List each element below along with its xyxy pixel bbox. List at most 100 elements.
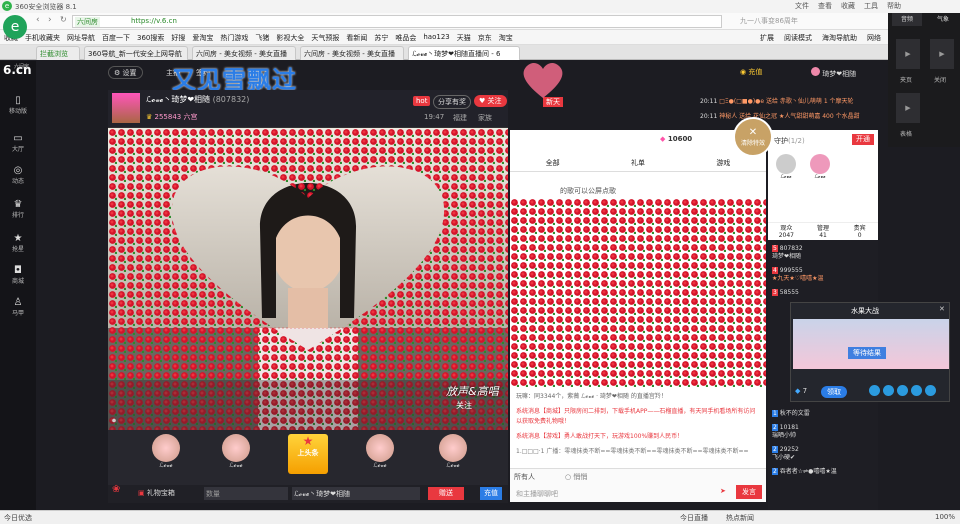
bookmark-item[interactable]: 天猫 — [457, 33, 471, 43]
gift-count-input[interactable]: 数量 — [204, 487, 288, 500]
bet-chip-icon[interactable] — [911, 385, 922, 396]
mini-tab-weather[interactable]: 气象 — [928, 13, 958, 26]
chat-target-select[interactable]: 所有人 — [514, 472, 535, 482]
claim-button[interactable]: 领取 — [821, 386, 847, 398]
stat-viewers[interactable]: 观众 2047 — [768, 223, 805, 240]
search-hint[interactable]: 九一八事变86周年 — [740, 16, 798, 26]
menu-file[interactable]: 文件 — [795, 1, 809, 11]
menu-help[interactable]: 帮助 — [887, 1, 901, 11]
viewer-row[interactable]: 2 10181 瑞晒小帅 — [772, 424, 872, 440]
reader-mode-button[interactable]: 阅读模式 — [784, 33, 812, 43]
bookmark-item[interactable]: 360搜索 — [137, 33, 164, 43]
tab-360-nav[interactable]: 360导航_新一代安全上网导航 — [84, 46, 188, 60]
sidebar-mobile[interactable]: ▯ 移动版 — [0, 95, 36, 115]
clear-effects-button[interactable]: ✕ 清除特效 — [733, 117, 773, 157]
menu-tools[interactable]: 工具 — [864, 1, 878, 11]
extensions-button[interactable]: 扩展 — [760, 33, 774, 43]
sidebar-star[interactable]: ★ 抢星 — [0, 233, 36, 253]
share-button[interactable]: 分享有奖 — [433, 95, 471, 109]
stat-admins[interactable]: 管理 41 — [805, 223, 842, 240]
status-live[interactable]: 今日直播 — [680, 513, 708, 523]
gift-item[interactable]: ℒ𝓸𝓿𝓮 — [433, 434, 473, 470]
follow-button[interactable]: ♥ 关注 — [474, 95, 507, 107]
headline-button[interactable]: ★ 上头条 — [288, 434, 328, 474]
viewer-row[interactable]: 4 999555 ★九天★♡嘻嘻★温 — [772, 267, 872, 283]
renew-button[interactable]: 开通 — [852, 134, 874, 145]
play-icon[interactable]: ▶ — [896, 39, 920, 69]
bookmark-item[interactable]: 天气预报 — [311, 33, 339, 43]
bookmark-item[interactable]: 淘宝 — [499, 33, 513, 43]
guard-member[interactable]: ℒ𝓸𝓿𝓮 — [776, 154, 796, 180]
menu-favorites[interactable]: 收藏 — [841, 1, 855, 11]
gift-item[interactable]: ℒ𝓸𝓿𝓮 — [360, 434, 400, 470]
gift-sidebar-icon[interactable]: ❀ — [112, 484, 120, 495]
microphone-icon[interactable]: ⏺ — [112, 416, 116, 426]
gift-recipient-select[interactable]: ℒ𝓸𝓿𝓮丶琦梦❤相随 — [292, 487, 420, 500]
back-icon[interactable]: ‹ — [36, 15, 40, 25]
gift-box-button[interactable]: ▣ 礼物宝箱 — [138, 488, 175, 498]
tab-gift-list[interactable]: 礼单 — [595, 154, 680, 171]
bookmark-item[interactable]: 手机收藏夹 — [25, 33, 60, 43]
stat-vip[interactable]: 贵宾 0 — [841, 223, 878, 240]
forward-icon[interactable]: › — [48, 15, 52, 25]
user-menu[interactable]: 琦梦❤相随 — [811, 67, 856, 79]
bet-chip-icon[interactable] — [925, 385, 936, 396]
bookmark-item[interactable]: 百度一下 — [102, 33, 130, 43]
recharge-button[interactable]: 充值 — [480, 487, 502, 500]
bookmark-item[interactable]: 影视大全 — [276, 33, 304, 43]
gift-item[interactable]: ℒ𝓸𝓿𝓮 — [146, 434, 186, 470]
send-arrow-icon[interactable]: ➤ — [720, 487, 726, 495]
bet-chip-icon[interactable] — [883, 385, 894, 396]
bookmark-item[interactable]: 热门游戏 — [220, 33, 248, 43]
close-icon[interactable]: ✕ — [939, 305, 945, 313]
sidebar-mall[interactable]: ◘ 商城 — [0, 265, 36, 285]
bookmark-item[interactable]: 唯品会 — [395, 33, 416, 43]
bookmark-item[interactable]: hao123 — [423, 33, 449, 43]
bet-chip-icon[interactable] — [869, 385, 880, 396]
fruit-game-board[interactable]: 等待结果 — [793, 319, 949, 369]
viewer-row[interactable]: 3 58555 — [772, 289, 872, 297]
bookmark-item[interactable]: 好搜 — [171, 33, 185, 43]
sidebar-rank[interactable]: ♛ 排行 — [0, 199, 36, 219]
shopping-helper-button[interactable]: 海淘导航助 — [822, 33, 857, 43]
tab-live-room[interactable]: ℒ𝓸𝓿𝓮丶琦梦❤相随直播间 - 6 — [408, 46, 520, 60]
bet-chip-icon[interactable] — [897, 385, 908, 396]
play-icon[interactable]: ▶ — [896, 93, 920, 123]
status-news[interactable]: 热点新闻 — [726, 513, 754, 523]
anchor-avatar[interactable] — [112, 93, 140, 123]
refresh-icon[interactable]: ↻ — [60, 15, 67, 24]
tab-6cn-1[interactable]: 六间房 - 美女视频 - 美女直播 — [192, 46, 296, 60]
bookmark-item[interactable]: 看新闻 — [346, 33, 367, 43]
tab-6cn-2[interactable]: 六间房 - 美女视频 - 美女直播 — [300, 46, 404, 60]
sidebar-dynamic[interactable]: ◎ 动态 — [0, 165, 36, 185]
guard-member[interactable]: ℒ𝓸𝓿𝓮 — [810, 154, 830, 180]
zoom-level[interactable]: 100% — [935, 513, 955, 521]
bookmark-item[interactable]: 爱淘宝 — [192, 33, 213, 43]
play-icon[interactable]: ▶ — [930, 39, 954, 69]
whisper-toggle[interactable]: ○ 悄悄 — [565, 472, 587, 482]
bookmark-item[interactable]: 网址导航 — [67, 33, 95, 43]
video-player[interactable]: 放声&高唱 关注 ⏺ — [108, 128, 508, 430]
viewer-row[interactable]: 5 807832 琦梦❤相随 — [772, 245, 872, 261]
network-button[interactable]: 网络 — [867, 33, 881, 43]
give-gift-button[interactable]: 赠送 — [428, 487, 464, 500]
address-bar[interactable]: 六间房 https://v.6.cn — [72, 15, 722, 28]
send-button[interactable]: 发言 — [736, 485, 762, 499]
menu-view[interactable]: 查看 — [818, 1, 832, 11]
bookmark-item[interactable]: 飞猪 — [255, 33, 269, 43]
mini-tab-audio[interactable]: 音频 — [892, 13, 922, 26]
recharge-link[interactable]: ◉ 充值 — [740, 67, 762, 77]
bookmark-item[interactable]: 苏宁 — [374, 33, 388, 43]
status-today-pick[interactable]: 今日优选 — [4, 513, 32, 523]
sidebar-vest[interactable]: ♙ 马甲 — [0, 297, 36, 317]
viewer-row[interactable]: 2 29252 飞小硬✔ — [772, 446, 872, 462]
tab-all[interactable]: 全部 — [510, 154, 595, 171]
wait-result-button[interactable]: 等待结果 — [848, 347, 886, 359]
settings-button[interactable]: ⚙ 设置 — [108, 66, 143, 79]
sidebar-hall[interactable]: ▭ 大厅 — [0, 133, 36, 153]
viewer-row[interactable]: 1 秋不的文雷 — [772, 410, 872, 418]
gift-item[interactable]: ℒ𝓸𝓿𝓮 — [216, 434, 256, 470]
bookmark-item[interactable]: 京东 — [478, 33, 492, 43]
tab-block[interactable]: 拦截浏览 — [36, 46, 80, 60]
viewer-row[interactable]: 2 吞者者☆⇌●嘻嘻★温 — [772, 468, 872, 476]
